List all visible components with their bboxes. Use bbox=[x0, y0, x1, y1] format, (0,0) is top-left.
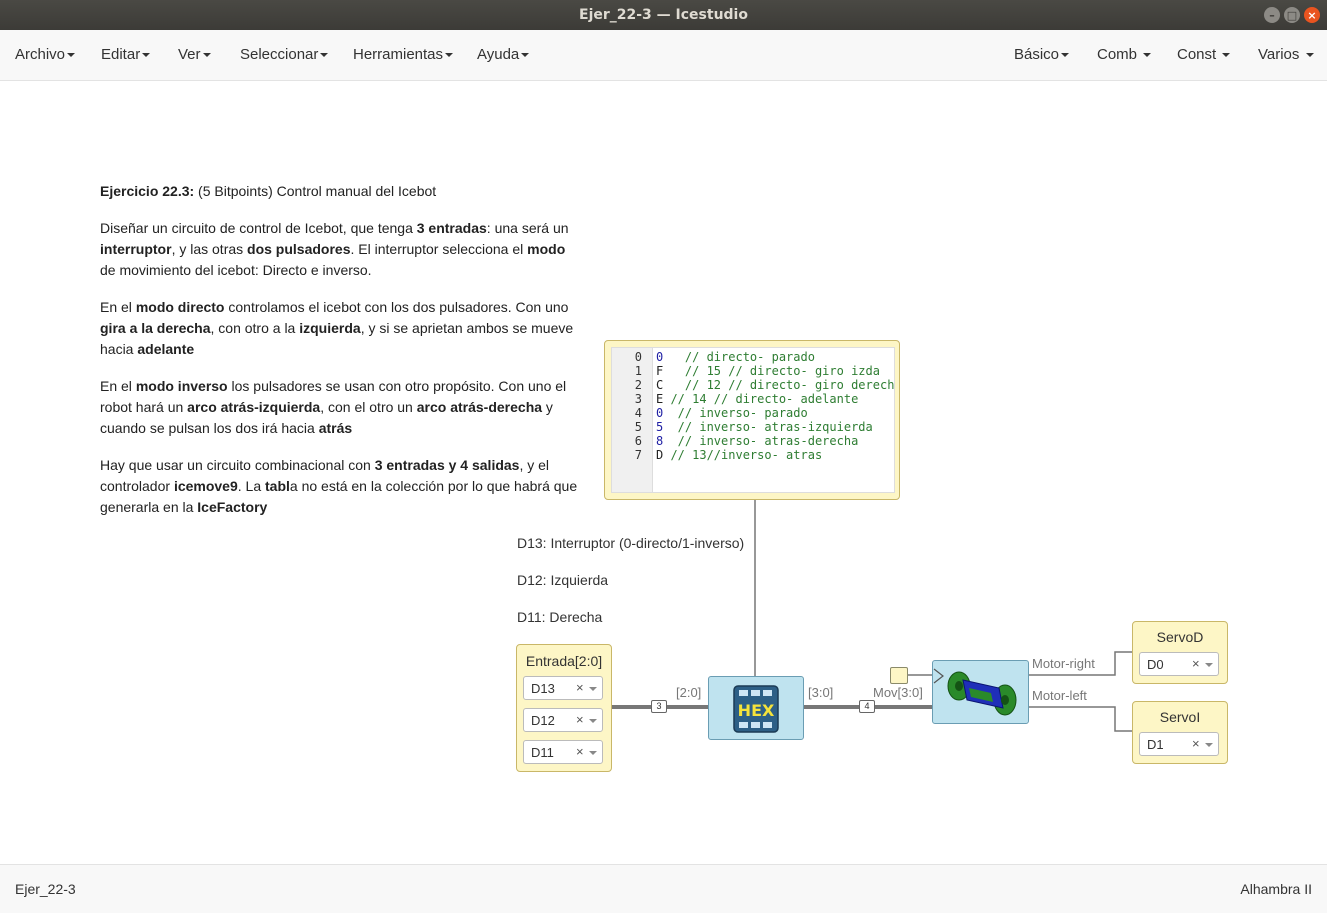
wire-motor-left bbox=[1028, 706, 1133, 732]
status-project-name: Ejer_22-3 bbox=[15, 881, 76, 897]
pin-select[interactable]: D13 × bbox=[523, 676, 603, 700]
menu-seleccionar[interactable]: Seleccionar bbox=[240, 30, 329, 80]
icemove-module[interactable] bbox=[932, 660, 1029, 724]
output-block-title: ServoD bbox=[1156, 629, 1204, 645]
input-block-title: Entrada[2:0] bbox=[525, 653, 603, 669]
code-line[interactable]: 0 // inverso- parado bbox=[656, 406, 808, 420]
menu-archivo[interactable]: Archivo bbox=[15, 30, 76, 80]
status-board-name[interactable]: Alhambra II bbox=[1240, 881, 1312, 897]
input-block[interactable]: Entrada[2:0] D13 × D12 × D11 × bbox=[516, 644, 612, 772]
dropdown-caret-icon bbox=[589, 719, 597, 723]
line-number: 2 bbox=[634, 378, 642, 392]
line-number: 6 bbox=[634, 434, 642, 448]
caret-down-icon bbox=[1222, 53, 1231, 58]
wire-label-mov: Mov[3:0] bbox=[873, 685, 923, 700]
output-block-servod[interactable]: ServoD D0 × bbox=[1132, 621, 1228, 684]
dropdown-caret-icon bbox=[589, 687, 597, 691]
note-d12: D12: Izquierda bbox=[517, 572, 609, 588]
code-line[interactable]: E // 14 // directo- adelante bbox=[656, 392, 858, 406]
code-line[interactable]: C // 12 // directo- giro derecha bbox=[656, 378, 894, 392]
code-editor[interactable]: 01234567 0 // directo- parado F // 15 // … bbox=[611, 347, 895, 493]
pin-select[interactable]: D1 × bbox=[1139, 732, 1219, 756]
menu-varios[interactable]: Varios bbox=[1258, 30, 1314, 80]
code-line[interactable]: 8 // inverso- atras-derecha bbox=[656, 434, 858, 448]
code-line[interactable]: 0 // directo- parado bbox=[656, 350, 815, 364]
caret-down-icon bbox=[67, 53, 76, 58]
caret-down-icon bbox=[320, 53, 329, 58]
note-d11: D11: Derecha bbox=[517, 609, 603, 625]
dropdown-caret-icon bbox=[1205, 743, 1213, 747]
bus-width-badge: 3 bbox=[651, 700, 667, 713]
pin-select[interactable]: D11 × bbox=[523, 740, 603, 764]
clear-icon: × bbox=[576, 712, 584, 727]
menu-ver[interactable]: Ver bbox=[178, 30, 211, 80]
code-line[interactable]: F // 15 // directo- giro izda bbox=[656, 364, 880, 378]
maximize-icon[interactable]: □ bbox=[1284, 7, 1300, 23]
window-titlebar: Ejer_22-3 — Icestudio – □ × bbox=[0, 0, 1327, 30]
hex-table-module[interactable]: HEX bbox=[708, 676, 804, 740]
output-block-servoi[interactable]: ServoI D1 × bbox=[1132, 701, 1228, 764]
caret-down-icon bbox=[1061, 53, 1070, 58]
hex-icon: HEX bbox=[733, 685, 779, 733]
dropdown-caret-icon bbox=[589, 751, 597, 755]
clock-input-port[interactable] bbox=[890, 667, 908, 684]
clear-icon: × bbox=[1192, 656, 1200, 671]
line-number: 4 bbox=[634, 406, 642, 420]
line-number: 5 bbox=[634, 420, 642, 434]
caret-down-icon bbox=[202, 53, 211, 58]
line-number: 1 bbox=[634, 364, 642, 378]
menu-editar[interactable]: Editar bbox=[101, 30, 151, 80]
memory-table-block[interactable]: 01234567 0 // directo- parado F // 15 // … bbox=[604, 340, 900, 500]
caret-down-icon bbox=[445, 53, 454, 58]
close-icon[interactable]: × bbox=[1304, 7, 1320, 23]
window-title: Ejer_22-3 — Icestudio bbox=[579, 7, 748, 23]
menu-comb[interactable]: Comb bbox=[1097, 30, 1152, 80]
line-gutter: 01234567 bbox=[612, 348, 653, 492]
robot-motor-icon bbox=[947, 671, 1017, 716]
code-line[interactable]: 5 // inverso- atras-izquierda bbox=[656, 420, 873, 434]
status-bar: Ejer_22-3 Alhambra II bbox=[0, 864, 1327, 913]
wire-label-motor-left: Motor-left bbox=[1032, 688, 1087, 703]
code-line[interactable]: D // 13//inverso- atras bbox=[656, 448, 822, 462]
pin-select[interactable]: D0 × bbox=[1139, 652, 1219, 676]
design-canvas[interactable]: Ejercicio 22.3: (5 Bitpoints) Control ma… bbox=[0, 81, 1327, 864]
line-number: 3 bbox=[634, 392, 642, 406]
caret-down-icon bbox=[1305, 53, 1314, 58]
caret-down-icon bbox=[142, 53, 151, 58]
note-d13: D13: Interruptor (0-directo/1-inverso) bbox=[517, 535, 745, 551]
output-block-title: ServoI bbox=[1159, 709, 1201, 725]
clear-icon: × bbox=[576, 680, 584, 695]
dropdown-caret-icon bbox=[1205, 663, 1213, 667]
line-number: 7 bbox=[634, 448, 642, 462]
caret-down-icon bbox=[521, 53, 530, 58]
wire-label-motor-right: Motor-right bbox=[1032, 656, 1095, 671]
caret-down-icon bbox=[1143, 53, 1152, 58]
menu-bar: Archivo Editar Ver Seleccionar Herramien… bbox=[0, 30, 1327, 81]
menu-basico[interactable]: Básico bbox=[1014, 30, 1070, 80]
window-controls: – □ × bbox=[1264, 7, 1320, 23]
minimize-icon[interactable]: – bbox=[1264, 7, 1280, 23]
menu-const[interactable]: Const bbox=[1177, 30, 1231, 80]
bus-width-badge: 4 bbox=[859, 700, 875, 713]
menu-herramientas[interactable]: Herramientas bbox=[353, 30, 454, 80]
clear-icon: × bbox=[1192, 736, 1200, 751]
pin-select[interactable]: D12 × bbox=[523, 708, 603, 732]
clear-icon: × bbox=[576, 744, 584, 759]
wire-label-in: [2:0] bbox=[676, 685, 702, 700]
svg-text:HEX: HEX bbox=[738, 701, 775, 720]
line-number: 0 bbox=[634, 350, 642, 364]
menu-ayuda[interactable]: Ayuda bbox=[477, 30, 530, 80]
wire-label-out: [3:0] bbox=[808, 685, 834, 700]
